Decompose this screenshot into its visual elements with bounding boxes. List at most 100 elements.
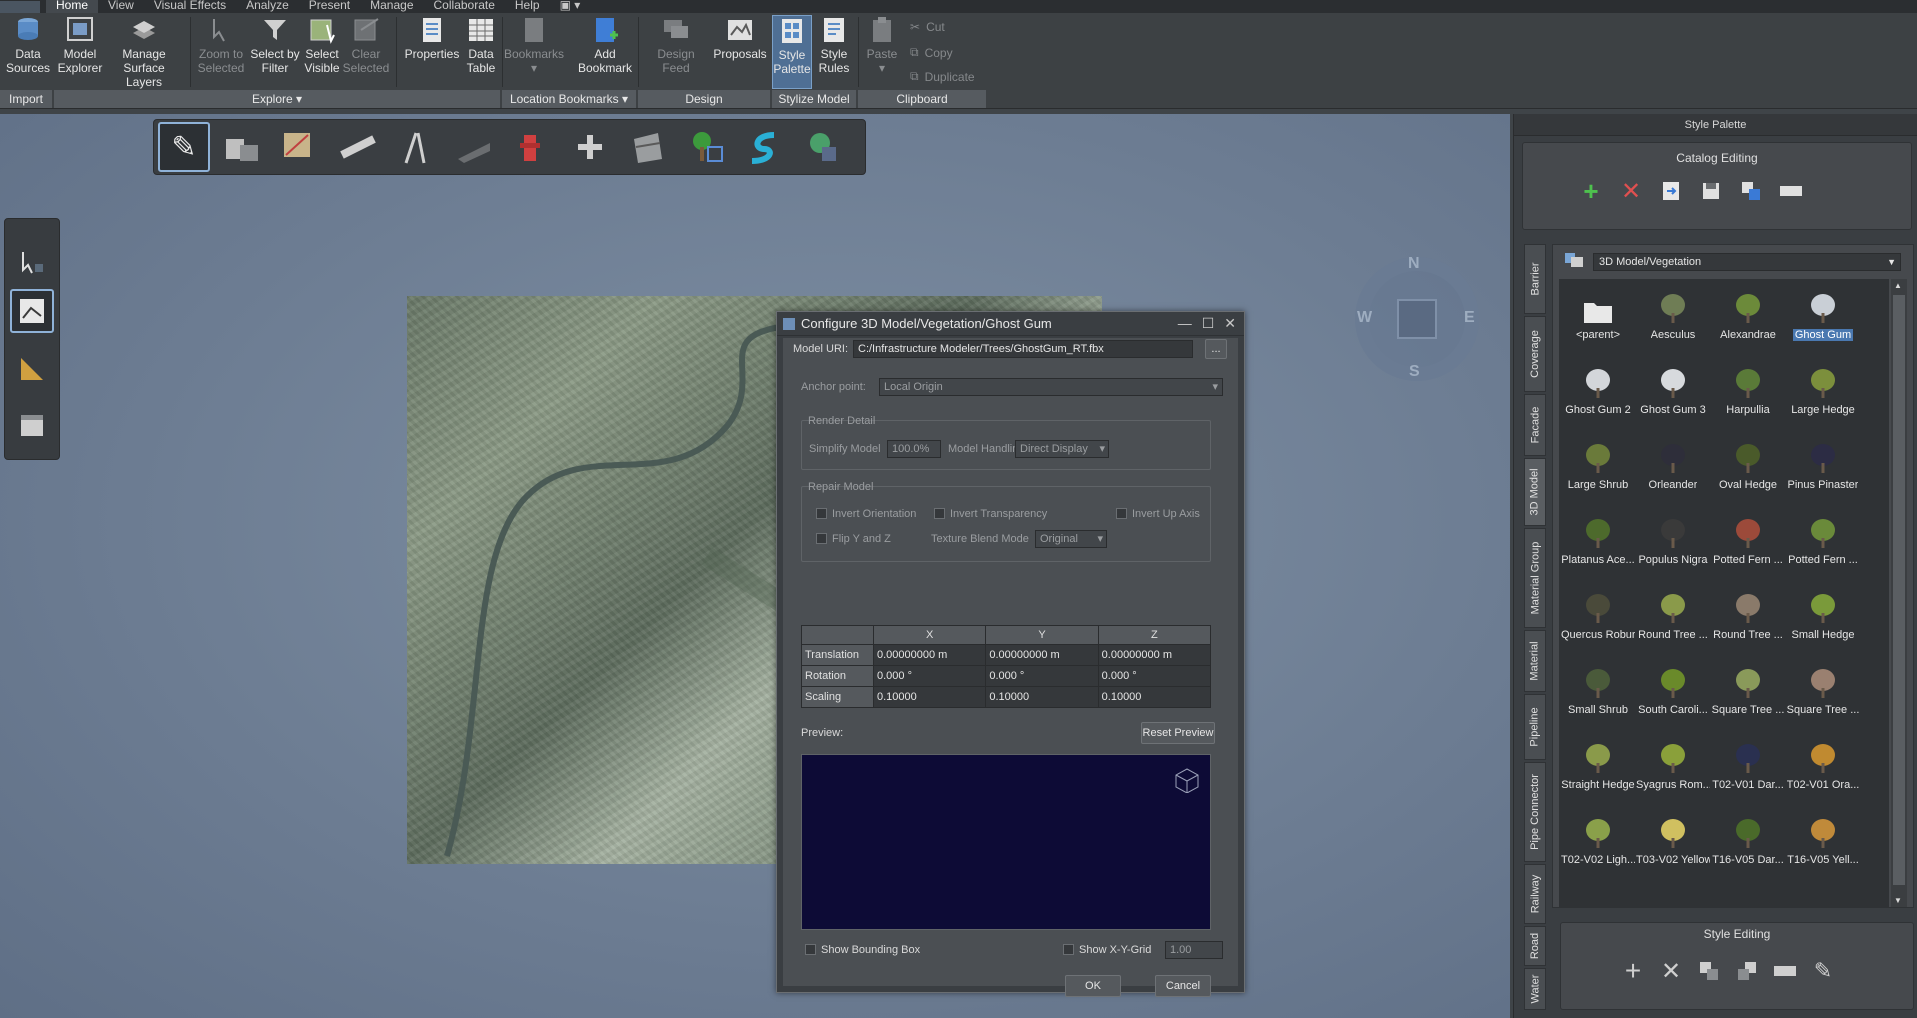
model-uri-field[interactable]: C:/Infrastructure Modeler/Trees/GhostGum…	[853, 340, 1193, 358]
measure-tool-button[interactable]	[10, 347, 54, 391]
clear-selected-button[interactable]: Clear Selected	[343, 15, 389, 75]
tab-3d-model[interactable]: 3D Model	[1524, 458, 1546, 526]
list-item[interactable]: Large Shrub	[1561, 431, 1635, 506]
import-catalog-icon[interactable]	[1659, 179, 1683, 203]
list-item[interactable]: Square Tree ...	[1786, 656, 1860, 731]
buildings-tool-button[interactable]	[216, 122, 268, 172]
railway-tool-button[interactable]	[390, 122, 442, 172]
show-bounding-box-checkbox[interactable]	[805, 944, 816, 955]
tab-barrier[interactable]: Barrier	[1524, 244, 1546, 314]
catalog-path-select[interactable]: 3D Model/Vegetation ▼	[1593, 253, 1901, 271]
tab-pipe-connector[interactable]: Pipe Connector	[1524, 762, 1546, 862]
cut-button[interactable]: ✂ Cut	[910, 20, 945, 34]
scroll-down-icon[interactable]: ▼	[1894, 896, 1902, 905]
paste-button[interactable]: Paste ▾	[864, 15, 900, 75]
menu-manage[interactable]: Manage	[360, 0, 423, 13]
menu-home[interactable]: Home	[46, 0, 99, 13]
flip-y-and-z-checkbox[interactable]	[816, 533, 827, 544]
scrollbar-thumb[interactable]	[1893, 295, 1905, 885]
coverage-tool-button[interactable]	[274, 122, 326, 172]
menu-present[interactable]: Present	[299, 0, 360, 13]
list-item[interactable]: Ghost Gum 2	[1561, 356, 1635, 431]
add-style-icon[interactable]: +	[1621, 955, 1645, 986]
texture-blend-mode-select[interactable]: Original ▾	[1035, 530, 1107, 548]
scaling-z-cell[interactable]: 0.10000	[1097, 686, 1212, 708]
ok-button[interactable]: OK	[1065, 975, 1121, 997]
list-item[interactable]: Quercus Robur	[1561, 581, 1635, 656]
pipe-connector-tool-button[interactable]	[564, 122, 616, 172]
tab-material[interactable]: Material	[1524, 630, 1546, 692]
style-palette-button[interactable]: Style Palette	[772, 15, 812, 89]
rotation-y-cell[interactable]: 0.000 °	[985, 665, 1099, 687]
manage-surface-layers-button[interactable]: Manage Surface Layers	[104, 15, 184, 89]
rename-style-icon[interactable]	[1773, 959, 1797, 983]
select-by-filter-button[interactable]: Select by Filter	[250, 15, 300, 75]
list-item[interactable]: South Caroli...	[1636, 656, 1710, 731]
add-bookmark-button[interactable]: Add Bookmark	[576, 15, 634, 75]
paste-style-icon[interactable]	[1735, 959, 1759, 983]
list-item[interactable]: Large Hedge	[1786, 356, 1860, 431]
save-catalog-icon[interactable]	[1699, 179, 1723, 203]
invert-transparency-checkbox[interactable]	[934, 508, 945, 519]
list-item[interactable]: T16-V05 Yell...	[1786, 806, 1860, 881]
duplicate-button[interactable]: ⧉ Duplicate	[910, 69, 975, 84]
list-item[interactable]: T03-V02 Yellow	[1636, 806, 1710, 881]
browse-button[interactable]: ...	[1205, 339, 1227, 359]
translation-x-cell[interactable]: 0.00000000 m	[872, 644, 987, 666]
scaling-x-cell[interactable]: 0.10000	[872, 686, 987, 708]
copy-button[interactable]: ⧉ Copy	[910, 45, 953, 60]
list-item[interactable]: Pinus Pinaster	[1786, 431, 1860, 506]
rotation-x-cell[interactable]: 0.000 °	[872, 665, 987, 687]
list-item[interactable]: Round Tree ...	[1636, 581, 1710, 656]
tab-material-group[interactable]: Material Group	[1524, 528, 1546, 628]
camera-dropdown-icon[interactable]: ▣ ▾	[550, 0, 591, 13]
properties-button[interactable]: Properties	[402, 15, 462, 61]
application-menu-button[interactable]	[0, 0, 40, 13]
grid-size-spinbox[interactable]: 1.00	[1165, 941, 1223, 959]
navigation-compass[interactable]: N S E W	[1355, 255, 1479, 381]
clapboard-tool-button[interactable]	[10, 403, 54, 447]
zoom-to-selected-button[interactable]: Zoom to Selected	[196, 15, 246, 75]
menu-collaborate[interactable]: Collaborate	[424, 0, 505, 13]
3d-viewport[interactable]: N S E W	[0, 114, 1510, 1018]
vegetation-tool-button[interactable]	[680, 122, 732, 172]
edit-style-icon[interactable]: ✎	[1811, 958, 1835, 983]
compass-center[interactable]	[1397, 299, 1437, 339]
list-item[interactable]: Potted Fern ...	[1786, 506, 1860, 581]
barrier-tool-button[interactable]	[622, 122, 674, 172]
copy-catalog-icon[interactable]	[1739, 179, 1763, 203]
tab-railway[interactable]: Railway	[1524, 864, 1546, 924]
scaling-y-cell[interactable]: 0.10000	[985, 686, 1099, 708]
dialog-title-bar[interactable]: Configure 3D Model/Vegetation/Ghost Gum …	[777, 312, 1244, 336]
maximize-icon[interactable]: ☐	[1202, 315, 1215, 332]
reset-preview-button[interactable]: Reset Preview	[1141, 722, 1215, 744]
list-item[interactable]: Round Tree ...	[1711, 581, 1785, 656]
road-tool-button[interactable]	[448, 122, 500, 172]
catalog-icon[interactable]	[1563, 251, 1585, 269]
close-icon[interactable]: ✕	[1224, 315, 1236, 332]
list-item[interactable]: Harpullia	[1711, 356, 1785, 431]
model-preview-canvas[interactable]	[801, 754, 1211, 930]
select-tool-button[interactable]	[10, 241, 54, 285]
view-cube-icon[interactable]	[1174, 767, 1200, 793]
list-item[interactable]: Small Shrub	[1561, 656, 1635, 731]
list-item[interactable]: Populus Nigra	[1636, 506, 1710, 581]
tab-facade[interactable]: Facade	[1524, 394, 1546, 456]
list-item[interactable]: Ghost Gum 3	[1636, 356, 1710, 431]
rename-catalog-icon[interactable]	[1779, 179, 1803, 203]
translation-y-cell[interactable]: 0.00000000 m	[985, 644, 1099, 666]
cancel-button[interactable]: Cancel	[1155, 975, 1211, 997]
rotation-z-cell[interactable]: 0.000 °	[1097, 665, 1212, 687]
bookmarks-button[interactable]: Bookmarks ▾	[504, 15, 564, 75]
hydrant-tool-button[interactable]	[506, 122, 558, 172]
catalog-scrollbar[interactable]: ▲ ▼	[1891, 279, 1907, 907]
menu-help[interactable]: Help	[505, 0, 550, 13]
list-item[interactable]: Orleander	[1636, 431, 1710, 506]
show-xy-grid-checkbox[interactable]	[1063, 944, 1074, 955]
style-rules-button[interactable]: Style Rules	[816, 15, 852, 75]
list-item[interactable]: Potted Fern ...	[1711, 506, 1785, 581]
pois-tool-button[interactable]	[796, 122, 848, 172]
list-item[interactable]: Ghost Gum	[1786, 281, 1860, 356]
list-item[interactable]: T02-V02 Ligh...	[1561, 806, 1635, 881]
list-item[interactable]: <parent>	[1561, 281, 1635, 356]
